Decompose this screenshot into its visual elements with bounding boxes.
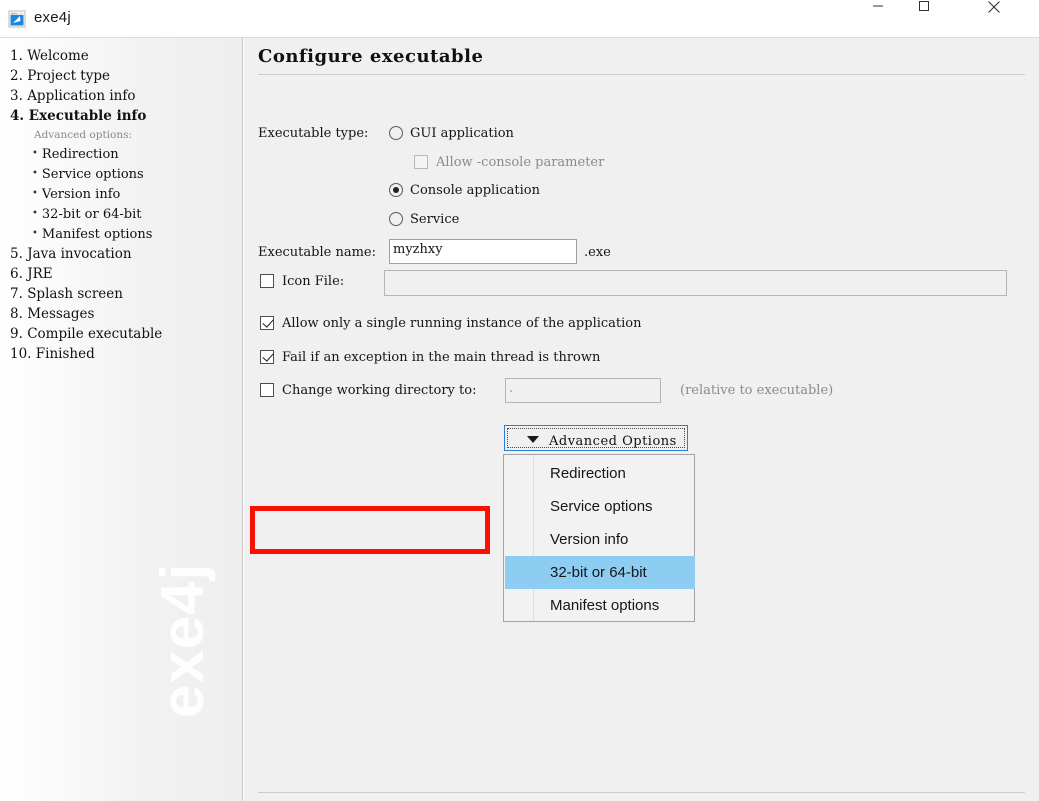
- step-number: 5.: [10, 246, 23, 262]
- advanced-options-menu: Redirection Service options Version info…: [503, 454, 695, 622]
- step-label: Messages: [27, 306, 95, 322]
- advanced-options-toggle-label: Advanced Options: [549, 434, 677, 449]
- step-number: 1.: [10, 48, 23, 64]
- checkbox-change-working-directory[interactable]: [260, 383, 274, 397]
- substep-label: Version info: [41, 187, 121, 202]
- working-directory-input[interactable]: .: [505, 378, 661, 403]
- radio-service-label: Service: [410, 212, 460, 227]
- title-bar: exe4j: [0, 0, 1039, 38]
- substep-label: Service options: [41, 167, 144, 182]
- step-label: Executable info: [28, 108, 147, 124]
- caret-down-icon: [527, 436, 539, 443]
- step-number: 7.: [10, 286, 23, 302]
- checkbox-fail-on-exception[interactable]: [260, 350, 274, 364]
- icon-file-input[interactable]: [384, 270, 1007, 296]
- step-number: 8.: [10, 306, 23, 322]
- menu-item-32-or-64-bit[interactable]: 32-bit or 64-bit: [505, 556, 695, 589]
- advanced-options-toggle-button[interactable]: Advanced Options: [504, 425, 688, 451]
- executable-name-suffix: .exe: [584, 245, 611, 260]
- step-label: Splash screen: [27, 286, 123, 302]
- sidebar-step-compile-executable[interactable]: 9. Compile executable: [8, 324, 238, 344]
- menu-item-version-info[interactable]: Version info: [505, 523, 695, 556]
- step-number: 2.: [10, 68, 23, 84]
- exe4j-app-icon: [8, 10, 26, 28]
- sidebar-brand-watermark: exe4j: [149, 562, 216, 718]
- sidebar-substep-version-info[interactable]: • Version info: [8, 184, 238, 204]
- bullet-icon: •: [32, 148, 38, 159]
- sidebar-step-messages[interactable]: 8. Messages: [8, 304, 238, 324]
- footer-divider: [258, 792, 1025, 793]
- title-divider: [258, 74, 1025, 75]
- sidebar-substep-manifest-options[interactable]: • Manifest options: [8, 224, 238, 244]
- sidebar-step-java-invocation[interactable]: 5. Java invocation: [8, 244, 238, 264]
- checkbox-allow-console-parameter-label: Allow -console parameter: [436, 155, 605, 170]
- minimize-icon[interactable]: [855, 0, 901, 37]
- substep-label: Manifest options: [41, 227, 153, 242]
- window-title: exe4j: [34, 9, 71, 26]
- sidebar-substep-redirection[interactable]: • Redirection: [8, 144, 238, 164]
- step-number: 9.: [10, 326, 23, 342]
- bullet-icon: •: [32, 188, 38, 199]
- sidebar-step-project-type[interactable]: 2. Project type: [8, 66, 238, 86]
- radio-gui-application[interactable]: [389, 126, 403, 140]
- configure-executable-panel: Configure executable Executable type: GU…: [244, 38, 1039, 801]
- executable-type-label: Executable type:: [258, 126, 369, 141]
- step-label: Application info: [27, 88, 136, 104]
- checkbox-fail-on-exception-label: Fail if an exception in the main thread …: [282, 350, 601, 365]
- change-working-directory-label: Change working directory to:: [282, 383, 477, 398]
- close-icon[interactable]: [971, 0, 1017, 37]
- radio-service[interactable]: [389, 212, 403, 226]
- menu-item-redirection[interactable]: Redirection: [505, 457, 695, 490]
- step-number: 4.: [10, 108, 25, 124]
- menu-item-service-options[interactable]: Service options: [505, 490, 695, 523]
- substep-label: Redirection: [41, 147, 119, 162]
- sidebar-step-finished[interactable]: 10. Finished: [8, 344, 238, 364]
- sidebar-step-jre[interactable]: 6. JRE: [8, 264, 238, 284]
- sidebar-substep-service-options[interactable]: • Service options: [8, 164, 238, 184]
- step-label: Welcome: [27, 48, 89, 64]
- step-label: Compile executable: [27, 326, 163, 342]
- step-label: Project type: [27, 68, 110, 84]
- exe4j-wizard-window: exe4j 1. Welcome 2. Project type 3. Appl…: [0, 0, 1039, 801]
- wizard-step-list: 1. Welcome 2. Project type 3. Applicatio…: [8, 46, 238, 364]
- icon-file-label: Icon File:: [282, 274, 345, 289]
- sidebar-substep-32-or-64-bit[interactable]: • 32-bit or 64-bit: [8, 204, 238, 224]
- menu-item-manifest-options[interactable]: Manifest options: [505, 589, 695, 622]
- sidebar-step-application-info[interactable]: 3. Application info: [8, 86, 238, 106]
- checkbox-icon-file[interactable]: [260, 274, 274, 288]
- step-number: 10.: [10, 346, 32, 362]
- step-label: Finished: [35, 346, 95, 362]
- step-number: 3.: [10, 88, 23, 104]
- bullet-icon: •: [32, 168, 38, 179]
- wizard-steps-sidebar: 1. Welcome 2. Project type 3. Applicatio…: [0, 38, 243, 801]
- checkbox-single-instance-label: Allow only a single running instance of …: [282, 316, 642, 331]
- page-title: Configure executable: [258, 46, 484, 67]
- step-number: 6.: [10, 266, 23, 282]
- sidebar-step-welcome[interactable]: 1. Welcome: [8, 46, 238, 66]
- bullet-icon: •: [32, 208, 38, 219]
- radio-console-application[interactable]: [389, 183, 403, 197]
- radio-console-application-label: Console application: [410, 183, 540, 198]
- checkbox-allow-console-parameter[interactable]: [414, 155, 428, 169]
- sidebar-advanced-options-header: Advanced options:: [34, 129, 133, 141]
- executable-name-label: Executable name:: [258, 245, 376, 260]
- working-directory-hint: (relative to executable): [680, 383, 834, 398]
- sidebar-step-splash-screen[interactable]: 7. Splash screen: [8, 284, 238, 304]
- checkbox-single-instance[interactable]: [260, 316, 274, 330]
- radio-gui-application-label: GUI application: [410, 126, 514, 141]
- substep-label: 32-bit or 64-bit: [41, 207, 142, 222]
- sidebar-step-executable-info[interactable]: 4. Executable info: [8, 106, 238, 126]
- executable-name-input[interactable]: myzhxy: [389, 239, 577, 264]
- step-label: Java invocation: [27, 246, 132, 262]
- bullet-icon: •: [32, 228, 38, 239]
- step-label: JRE: [27, 266, 53, 282]
- maximize-icon[interactable]: [901, 0, 947, 37]
